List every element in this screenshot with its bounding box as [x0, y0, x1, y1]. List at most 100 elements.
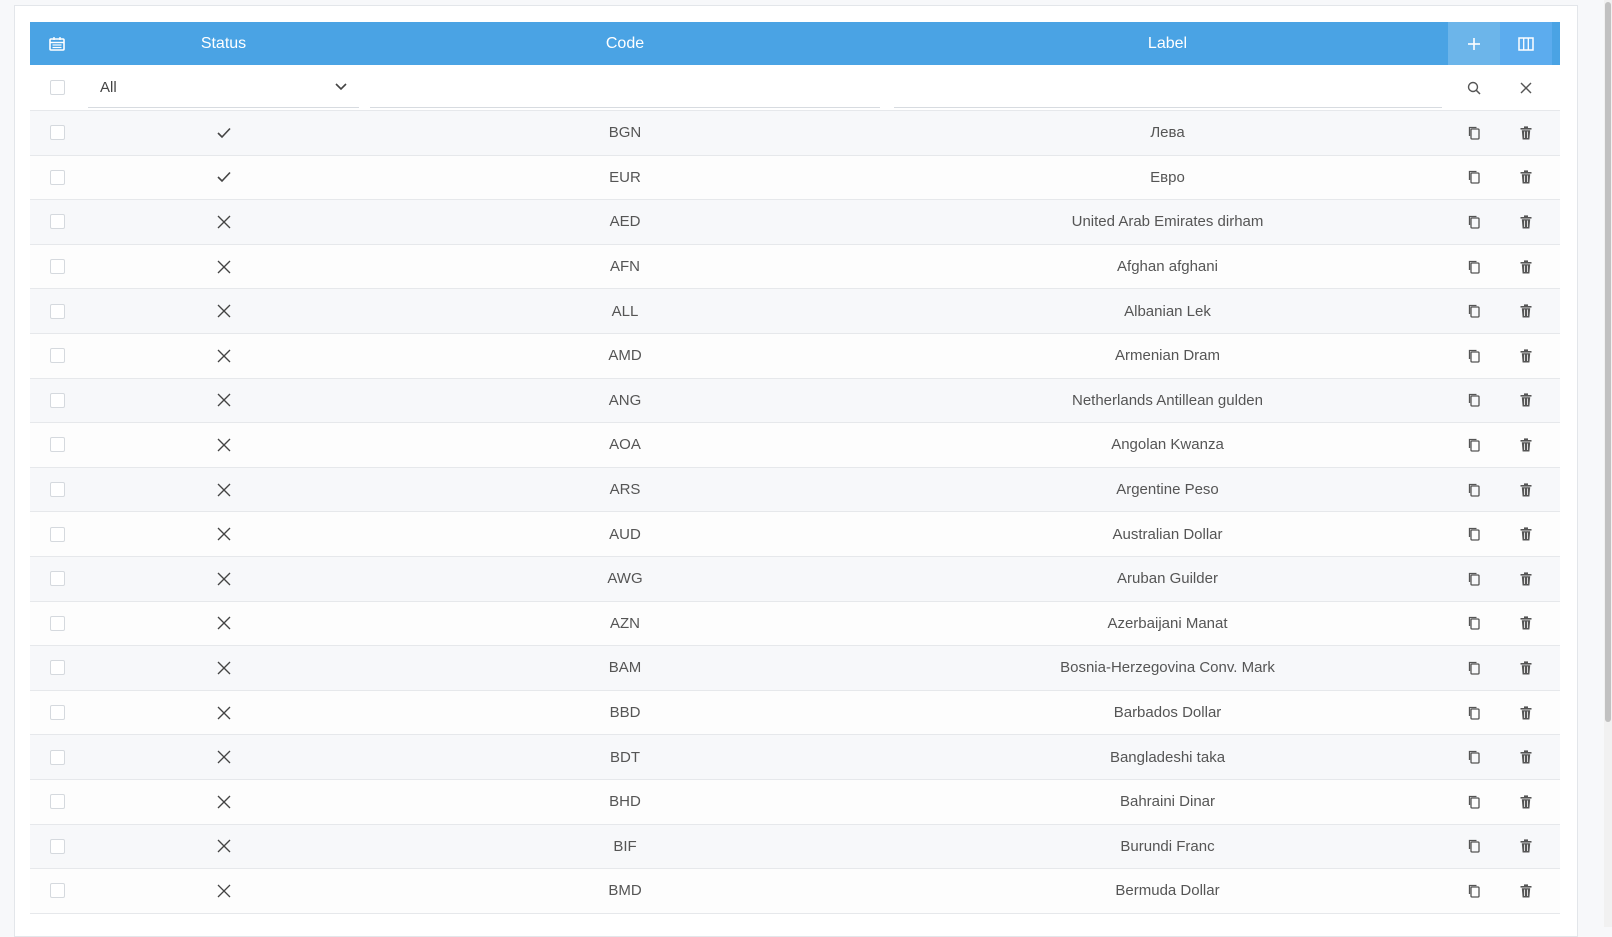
row-checkbox[interactable]: [49, 615, 65, 631]
code-filter-input[interactable]: [370, 66, 880, 108]
row-checkbox[interactable]: [49, 348, 65, 364]
delete-button[interactable]: [1500, 423, 1552, 467]
delete-button[interactable]: [1500, 735, 1552, 779]
row-checkbox[interactable]: [49, 259, 65, 275]
status-cell: [84, 200, 363, 244]
delete-button[interactable]: [1500, 334, 1552, 378]
delete-button[interactable]: [1500, 468, 1552, 512]
table-row[interactable]: AWG Aruban Guilder: [30, 556, 1560, 602]
table-row[interactable]: AED United Arab Emirates dirham: [30, 200, 1560, 245]
check-icon: [216, 127, 231, 138]
table-row[interactable]: BAM Bosnia-Herzegovina Conv. Mark: [30, 646, 1560, 691]
copy-button[interactable]: [1448, 646, 1500, 690]
header-status[interactable]: Status: [84, 22, 363, 65]
delete-button[interactable]: [1500, 512, 1552, 556]
copy-button[interactable]: [1448, 379, 1500, 423]
row-checkbox[interactable]: [49, 526, 65, 542]
code-cell: AFN: [610, 258, 640, 276]
delete-button[interactable]: [1500, 111, 1552, 155]
table-row[interactable]: AOA Angolan Kwanza: [30, 423, 1560, 468]
copy-icon: [1468, 438, 1480, 452]
header-label[interactable]: Label: [887, 22, 1448, 65]
delete-button[interactable]: [1500, 602, 1552, 646]
copy-icon: [1468, 527, 1480, 541]
status-cell: [84, 825, 363, 869]
copy-button[interactable]: [1448, 869, 1500, 913]
row-checkbox[interactable]: [49, 749, 65, 765]
trash-icon: [1520, 616, 1532, 630]
delete-button[interactable]: [1500, 691, 1552, 735]
table-row[interactable]: BGN Лева: [30, 111, 1560, 156]
table-row[interactable]: BDT Bangladeshi taka: [30, 735, 1560, 780]
row-checkbox[interactable]: [49, 794, 65, 810]
clear-filter-button[interactable]: [1500, 65, 1552, 110]
label-cell: Angolan Kwanza: [1111, 436, 1224, 454]
label-filter-input[interactable]: [893, 66, 1442, 108]
table-row[interactable]: AUD Australian Dollar: [30, 512, 1560, 557]
copy-button[interactable]: [1448, 111, 1500, 155]
delete-button[interactable]: [1500, 200, 1552, 244]
copy-button[interactable]: [1448, 602, 1500, 646]
table-row[interactable]: AFN Afghan afghani: [30, 244, 1560, 290]
status-filter-value: All: [100, 78, 117, 96]
table-row[interactable]: ANG Netherlands Antillean gulden: [30, 378, 1560, 424]
header-code[interactable]: Code: [363, 22, 887, 65]
delete-button[interactable]: [1500, 245, 1552, 289]
row-checkbox[interactable]: [49, 392, 65, 408]
delete-button[interactable]: [1500, 825, 1552, 869]
row-checkbox[interactable]: [49, 883, 65, 899]
delete-button[interactable]: [1500, 156, 1552, 200]
row-checkbox[interactable]: [49, 437, 65, 453]
status-filter-select[interactable]: All: [88, 67, 359, 108]
copy-button[interactable]: [1448, 691, 1500, 735]
copy-button[interactable]: [1448, 557, 1500, 601]
row-checkbox[interactable]: [49, 660, 65, 676]
column-chooser-button[interactable]: [1500, 22, 1552, 65]
copy-button[interactable]: [1448, 334, 1500, 378]
copy-button[interactable]: [1448, 512, 1500, 556]
search-button[interactable]: [1448, 65, 1500, 110]
table-row[interactable]: BHD Bahraini Dinar: [30, 779, 1560, 825]
table-row[interactable]: BBD Barbados Dollar: [30, 690, 1560, 736]
scrollbar-thumb[interactable]: [1605, 2, 1611, 722]
copy-button[interactable]: [1448, 200, 1500, 244]
copy-button[interactable]: [1448, 245, 1500, 289]
table-row[interactable]: BIF Burundi Franc: [30, 824, 1560, 870]
row-checkbox[interactable]: [49, 482, 65, 498]
row-checkbox[interactable]: [49, 169, 65, 185]
row-checkbox[interactable]: [49, 303, 65, 319]
delete-button[interactable]: [1500, 646, 1552, 690]
row-checkbox[interactable]: [49, 214, 65, 230]
row-checkbox[interactable]: [49, 838, 65, 854]
delete-button[interactable]: [1500, 557, 1552, 601]
code-cell: ALL: [611, 302, 639, 320]
table-row[interactable]: AZN Azerbaijani Manat: [30, 601, 1560, 647]
table-row[interactable]: ALL Albanian Lek: [30, 289, 1560, 334]
add-row-button[interactable]: [1448, 22, 1500, 65]
row-checkbox[interactable]: [49, 705, 65, 721]
copy-button[interactable]: [1448, 468, 1500, 512]
table-row[interactable]: BMD Bermuda Dollar: [30, 869, 1560, 914]
row-checkbox[interactable]: [49, 571, 65, 587]
label-cell: Burundi Franc: [1120, 837, 1215, 855]
check-icon: [216, 172, 231, 183]
table-row[interactable]: ARS Argentine Peso: [30, 467, 1560, 513]
select-all-checkbox[interactable]: [49, 80, 65, 95]
delete-button[interactable]: [1500, 869, 1552, 913]
copy-button[interactable]: [1448, 825, 1500, 869]
table-row[interactable]: EUR Евро: [30, 155, 1560, 201]
copy-button[interactable]: [1448, 289, 1500, 333]
status-cell: [84, 289, 363, 333]
table-row[interactable]: AMD Armenian Dram: [30, 333, 1560, 379]
copy-button[interactable]: [1448, 423, 1500, 467]
delete-button[interactable]: [1500, 379, 1552, 423]
plus-icon: [1468, 37, 1480, 50]
row-checkbox[interactable]: [49, 125, 65, 141]
copy-button[interactable]: [1448, 780, 1500, 824]
copy-button[interactable]: [1448, 735, 1500, 779]
columns-list-icon[interactable]: [30, 22, 84, 65]
page-scrollbar[interactable]: [1604, 0, 1612, 927]
delete-button[interactable]: [1500, 289, 1552, 333]
delete-button[interactable]: [1500, 780, 1552, 824]
copy-button[interactable]: [1448, 156, 1500, 200]
